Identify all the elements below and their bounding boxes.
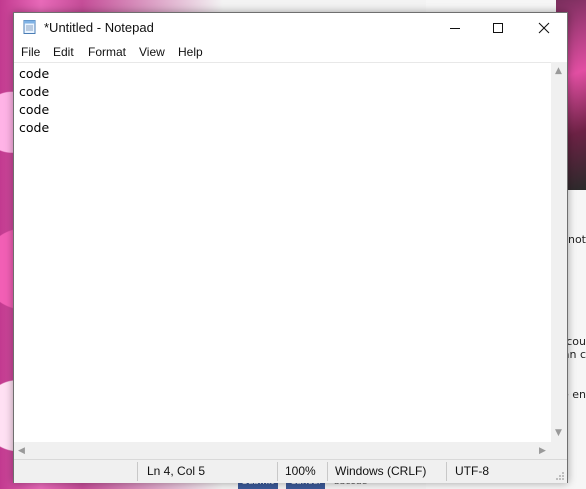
status-divider — [327, 462, 328, 481]
maximize-icon — [493, 22, 503, 33]
scroll-up-arrow-icon[interactable]: ▲ — [555, 66, 562, 76]
scroll-right-arrow-icon[interactable]: ▶ — [539, 446, 546, 456]
status-cursor-position: Ln 4, Col 5 — [147, 464, 206, 478]
title-bar[interactable]: *Untitled - Notepad — [14, 13, 567, 42]
scroll-left-arrow-icon[interactable]: ◀ — [18, 446, 25, 456]
notepad-window: *Untitled - Notepad File Edit Format Vie… — [13, 12, 568, 483]
horizontal-scrollbar[interactable]: ◀ ▶ — [14, 442, 551, 459]
notepad-icon — [23, 20, 36, 34]
menu-bar: File Edit Format View Help — [14, 42, 567, 62]
scrollbar-corner — [551, 442, 567, 459]
menu-view[interactable]: View — [139, 44, 165, 60]
status-line-endings: Windows (CRLF) — [335, 464, 427, 478]
window-title: *Untitled - Notepad — [44, 20, 154, 35]
scroll-down-arrow-icon[interactable]: ▼ — [555, 428, 562, 438]
status-encoding: UTF-8 — [455, 464, 489, 478]
resize-grip-icon[interactable] — [555, 471, 565, 481]
status-zoom: 100% — [285, 464, 316, 478]
background-text: not — [567, 233, 586, 246]
menu-file[interactable]: File — [21, 44, 40, 60]
maximize-button[interactable] — [475, 13, 521, 42]
editor-line: code — [19, 66, 50, 81]
minimize-button[interactable] — [432, 13, 478, 42]
editor-text: code code code code — [19, 65, 49, 137]
status-bar: Ln 4, Col 5 100% Windows (CRLF) UTF-8 — [14, 459, 567, 483]
editor-line: code — [19, 120, 50, 135]
text-editor[interactable]: code code code code — [14, 62, 551, 443]
status-divider — [446, 462, 447, 481]
menu-edit[interactable]: Edit — [53, 44, 74, 60]
editor-line: code — [19, 84, 50, 99]
menu-format[interactable]: Format — [88, 44, 126, 60]
close-button[interactable] — [521, 13, 567, 42]
menu-help[interactable]: Help — [178, 44, 203, 60]
background-text: cou — [566, 335, 586, 348]
editor-line: code — [19, 102, 50, 117]
close-icon — [538, 22, 550, 33]
status-divider — [137, 462, 138, 481]
vertical-scrollbar[interactable]: ▲ ▼ — [551, 62, 567, 442]
status-divider — [277, 462, 278, 481]
minimize-icon — [450, 27, 460, 29]
